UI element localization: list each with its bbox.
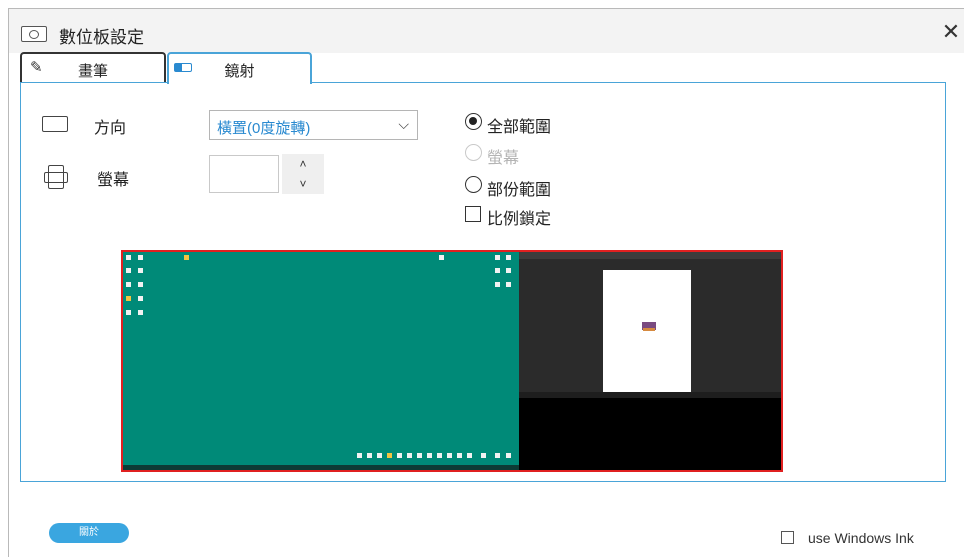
radio-full-area[interactable] xyxy=(465,113,482,130)
taskbar-icon xyxy=(481,453,486,458)
taskbar-icon xyxy=(417,453,422,458)
window-title: 數位板設定 xyxy=(59,28,144,47)
orientation-icon xyxy=(42,116,68,132)
desktop-icon xyxy=(138,296,143,301)
screen-number-input[interactable] xyxy=(209,155,279,193)
orientation-select[interactable]: 橫置(0度旋轉) ⌵ xyxy=(209,110,418,140)
desktop-icon xyxy=(506,268,511,273)
taskbar-icon xyxy=(437,453,442,458)
orientation-select-value: 橫置(0度旋轉) xyxy=(217,120,311,137)
close-button[interactable]: ✕ xyxy=(941,21,961,43)
desktop-icon xyxy=(506,282,511,287)
taskbar-icon xyxy=(506,453,511,458)
taskbar-icon xyxy=(407,453,412,458)
radio-partial-area[interactable] xyxy=(465,176,482,193)
desktop-icon xyxy=(138,268,143,273)
monitor-icon xyxy=(44,165,68,189)
spin-up-button[interactable]: ˄ xyxy=(282,154,324,174)
desktop-icon xyxy=(138,310,143,315)
taskbar-icon xyxy=(495,453,500,458)
screen-label: 螢幕 xyxy=(97,172,130,189)
tablet-icon xyxy=(21,26,47,42)
taskbar-icon xyxy=(367,453,372,458)
screen-area-preview[interactable] xyxy=(121,250,783,472)
app-canvas-preview xyxy=(603,270,691,392)
desktop-icon xyxy=(126,310,131,315)
taskbar-icon xyxy=(457,453,462,458)
desktop-icon xyxy=(138,255,143,260)
primary-taskbar-preview xyxy=(123,465,519,470)
spin-down-button[interactable]: ˅ xyxy=(282,174,324,194)
taskbar-icon xyxy=(397,453,402,458)
taskbar-icon xyxy=(467,453,472,458)
desktop-icon xyxy=(495,255,500,260)
full-area-label: 全部範圍 xyxy=(487,119,552,136)
canvas-artwork-detail xyxy=(643,328,655,331)
taskbar-icon xyxy=(447,453,452,458)
screen-spinner[interactable]: ˄ ˅ xyxy=(282,154,324,194)
desktop-icon xyxy=(126,282,131,287)
use-windows-ink-label: use Windows Ink xyxy=(808,530,914,546)
desktop-icon xyxy=(126,296,131,301)
screen-option-label: 螢幕 xyxy=(487,150,520,167)
radio-screen[interactable] xyxy=(465,144,482,161)
title-bar: 數位板設定 ✕ xyxy=(9,9,964,53)
desktop-icon xyxy=(506,255,511,260)
desktop-preview-primary xyxy=(123,252,519,470)
lock-ratio-checkbox[interactable] xyxy=(465,206,481,222)
use-windows-ink-checkbox[interactable] xyxy=(781,531,794,544)
taskbar-icon xyxy=(387,453,392,458)
about-button[interactable]: 關於 xyxy=(49,523,129,543)
desktop-icon xyxy=(184,255,189,260)
tab-pen-label: 畫筆 xyxy=(77,63,108,80)
tab-mirror[interactable]: 鏡射 xyxy=(167,52,312,84)
desktop-preview-black-area xyxy=(519,398,781,470)
desktop-icon xyxy=(126,268,131,273)
tab-mirror-label: 鏡射 xyxy=(224,63,255,80)
desktop-icon xyxy=(439,255,444,260)
partial-area-label: 部份範圍 xyxy=(487,182,552,199)
taskbar-icon xyxy=(357,453,362,458)
desktop-icon xyxy=(138,282,143,287)
desktop-icon xyxy=(126,255,131,260)
taskbar-icon xyxy=(377,453,382,458)
app-toolbar-preview xyxy=(519,252,781,259)
desktop-icon xyxy=(495,282,500,287)
lock-ratio-label: 比例鎖定 xyxy=(487,211,552,228)
chevron-down-icon: ⌵ xyxy=(398,116,409,132)
desktop-icon xyxy=(495,268,500,273)
tab-pen[interactable]: ✎ 畫筆 xyxy=(20,52,166,82)
taskbar-icon xyxy=(427,453,432,458)
orientation-label: 方向 xyxy=(94,120,127,137)
